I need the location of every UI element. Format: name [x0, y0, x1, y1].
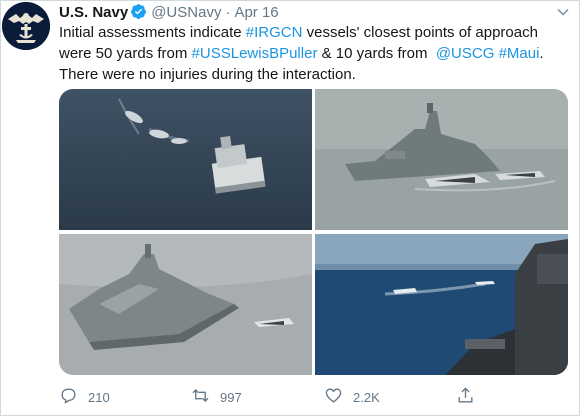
- tweet-actions: 210 997 2.2K: [59, 385, 569, 409]
- account-name[interactable]: U.S. Navy: [59, 4, 128, 21]
- media-photo-4[interactable]: [315, 234, 568, 375]
- hashtag-usslewisbpuller[interactable]: #USSLewisBPuller: [192, 45, 318, 62]
- hashtag-irgcn[interactable]: #IRGCN: [246, 24, 303, 41]
- tweet-card[interactable]: U.S. Navy @USNavy · Apr 16 Initial assessme…: [0, 0, 580, 416]
- tweet-text-segment: Initial assessments indicate: [59, 24, 246, 41]
- share-icon: [456, 386, 475, 408]
- like-button[interactable]: 2.2K: [324, 387, 380, 407]
- separator-dot: ·: [225, 4, 231, 21]
- heart-icon: [324, 386, 343, 408]
- retweet-button[interactable]: 997: [191, 387, 242, 407]
- mention-uscg[interactable]: @USCG: [436, 45, 495, 62]
- tweet-header: U.S. Navy @USNavy · Apr 16: [59, 3, 279, 23]
- account-handle[interactable]: @USNavy: [151, 4, 221, 21]
- tweet-text: Initial assessments indicate #IRGCN vess…: [59, 22, 569, 85]
- reply-button[interactable]: 210: [59, 387, 110, 407]
- share-button[interactable]: [456, 387, 475, 407]
- retweet-count: 997: [220, 389, 242, 405]
- media-photo-3[interactable]: [59, 234, 312, 375]
- reply-count: 210: [88, 389, 110, 405]
- tweet-text-segment: & 10 yards from: [317, 45, 436, 62]
- media-photo-1[interactable]: [59, 89, 312, 230]
- tweet-date[interactable]: Apr 16: [234, 4, 278, 21]
- avatar[interactable]: [2, 2, 50, 50]
- reply-icon: [59, 386, 78, 408]
- like-count: 2.2K: [353, 389, 380, 405]
- retweet-icon: [191, 386, 210, 408]
- media-grid: [59, 89, 568, 375]
- media-photo-2[interactable]: [315, 89, 568, 230]
- hashtag-maui[interactable]: #Maui: [499, 45, 540, 62]
- navy-eagle-logo: [2, 2, 50, 50]
